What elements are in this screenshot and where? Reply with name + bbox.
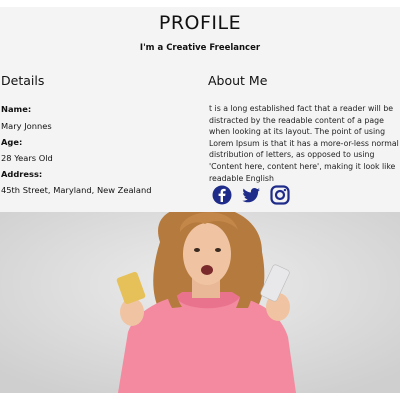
address-value: 45th Street, Maryland, New Zealand (1, 185, 152, 195)
about-text: t is a long established fact that a read… (209, 104, 399, 183)
facebook-icon[interactable] (212, 185, 232, 205)
age-label: Age: (1, 137, 23, 147)
page-bottom-margin (0, 393, 400, 400)
instagram-icon[interactable] (270, 185, 290, 205)
social-links (212, 185, 290, 205)
address-label: Address: (1, 169, 43, 179)
profile-photo (0, 212, 400, 393)
name-value: Mary Jonnes (1, 121, 52, 131)
page-title: PROFILE (158, 12, 242, 34)
age-value: 28 Years Old (1, 153, 53, 163)
page-subtitle: I'm a Creative Freelancer (139, 43, 261, 53)
twitter-icon[interactable] (241, 185, 261, 205)
about-heading: About Me (208, 73, 268, 88)
name-label: Name: (1, 104, 32, 114)
details-heading: Details (1, 73, 45, 88)
